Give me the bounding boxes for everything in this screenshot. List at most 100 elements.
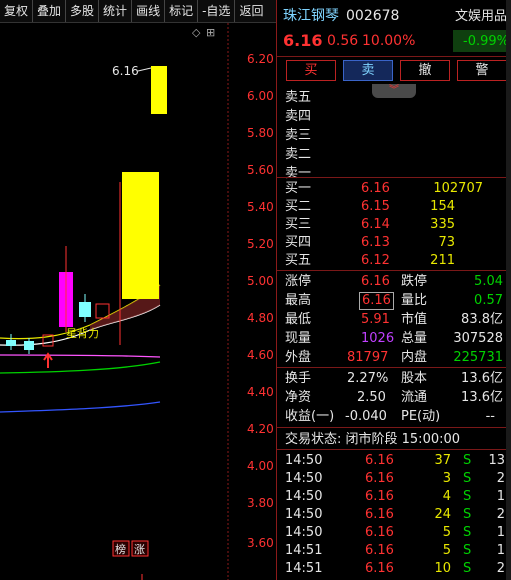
price-tick: 4.00 — [247, 459, 274, 473]
high-price-label: 6.16 — [112, 64, 139, 78]
price-tick: 6.20 — [247, 52, 274, 66]
stat-label: 外盘 — [285, 350, 312, 365]
buy-order-label: 买三 — [285, 217, 312, 232]
price-tick: 4.20 — [247, 422, 274, 436]
divider — [277, 56, 511, 57]
fund-value: 13.6亿 — [461, 390, 503, 405]
divider — [277, 367, 511, 368]
fund-value: 2.27% — [347, 371, 389, 386]
tick-time: 14:50 — [285, 453, 323, 468]
tick-price: 6.16 — [365, 561, 394, 576]
fund-label: 换手 — [285, 371, 312, 386]
tick-side: S — [463, 453, 472, 468]
alert-button[interactable]: 警 — [457, 60, 507, 81]
sell-order-label: 卖二 — [285, 147, 312, 162]
tick-side: S — [463, 525, 472, 540]
price-axis: 6.20 6.00 5.80 5.60 5.40 5.20 5.00 4.80 … — [247, 52, 274, 550]
trade-status: 交易状态: 闭市阶段 15:00:00 — [285, 432, 461, 447]
price-tick: 6.00 — [247, 89, 274, 103]
toolbar-overlay-button[interactable]: 叠加 — [33, 0, 67, 22]
tick-count: 2 — [496, 471, 505, 486]
tick-volume: 37 — [434, 453, 451, 468]
toolbar-draw-line-button[interactable]: 画线 — [132, 0, 166, 22]
stat-label: 内盘 — [401, 350, 428, 365]
buy-order-volume: 73 — [438, 235, 455, 250]
toolbar-fuquan-button[interactable]: 复权 — [0, 0, 34, 22]
buy-order-volume: 154 — [430, 199, 455, 214]
stat-value: 81797 — [347, 350, 389, 365]
tick-price: 6.16 — [365, 453, 394, 468]
divider — [277, 427, 511, 428]
tick-price: 6.16 — [365, 543, 394, 558]
toolbar-stats-button[interactable]: 统计 — [99, 0, 133, 22]
buy-order-label: 买一 — [285, 181, 312, 196]
tick-time: 14:50 — [285, 507, 323, 522]
stock-code: 002678 — [346, 8, 400, 24]
buy-order-price: 6.14 — [361, 217, 390, 232]
tick-time: 14:51 — [285, 561, 323, 576]
expand-icon[interactable]: ⊞ — [206, 26, 215, 39]
stat-label: 跌停 — [401, 274, 428, 289]
fund-label: 收益(一) — [285, 409, 335, 424]
tick-side: S — [463, 489, 472, 504]
collapse-chevron-icon[interactable]: ︾ — [372, 84, 416, 98]
price-tick: 3.60 — [247, 536, 274, 550]
tick-price: 6.16 — [365, 471, 394, 486]
tick-volume: 5 — [442, 543, 451, 558]
fund-label: PE(动) — [401, 409, 441, 424]
tick-time: 14:50 — [285, 471, 323, 486]
stat-value: 0.57 — [474, 293, 503, 308]
kline-chart[interactable]: ◇ ⊞ 6.20 6.00 5.80 5.60 5.40 5.20 5.00 4… — [0, 23, 276, 580]
fund-value: 2.50 — [357, 390, 386, 405]
tick-side: S — [463, 543, 472, 558]
toolbar-back-button[interactable]: 返回 — [235, 0, 267, 22]
toolbar-remove-watchlist-button[interactable]: -自选 — [198, 0, 236, 22]
tick-side: S — [463, 561, 472, 576]
buy-button[interactable]: 买 — [286, 60, 336, 81]
sell-button[interactable]: 卖 — [343, 60, 393, 81]
candle-limit-up — [122, 172, 159, 299]
rise-badge-text: 涨 — [134, 543, 145, 556]
fund-label: 流通 — [401, 390, 428, 405]
price-tick: 4.60 — [247, 348, 274, 362]
up-arrow-icon — [43, 352, 53, 368]
divider — [277, 177, 511, 178]
price-tick: 4.40 — [247, 385, 274, 399]
stat-value: 6.16 — [361, 274, 390, 289]
tick-price: 6.16 — [365, 525, 394, 540]
tick-count: 1 — [496, 525, 505, 540]
stat-value: 225731 — [453, 350, 503, 365]
price-change: 0.56 — [327, 33, 359, 49]
divider — [277, 270, 511, 271]
divider — [277, 449, 511, 450]
tick-time: 14:50 — [285, 525, 323, 540]
price-tick: 3.80 — [247, 496, 274, 510]
tick-volume: 10 — [434, 561, 451, 576]
buy-order-volume: 335 — [430, 217, 455, 232]
fund-value: -- — [485, 409, 495, 424]
tick-count: 13 — [488, 453, 505, 468]
tick-side: S — [463, 471, 472, 486]
stat-value: 5.04 — [474, 274, 503, 289]
diamond-icon[interactable]: ◇ — [192, 26, 201, 39]
stat-value: 6.16 — [359, 292, 394, 310]
tick-price: 6.16 — [365, 489, 394, 504]
tick-count: 1 — [496, 543, 505, 558]
quote-panel: 珠江钢琴 002678 文娱用品 -0.99% 6.16 0.56 10.00%… — [277, 0, 511, 580]
stat-label: 市值 — [401, 312, 428, 327]
sector-change: -0.99% — [463, 34, 509, 49]
toolbar-mark-button[interactable]: 标记 — [165, 0, 199, 22]
tick-volume: 4 — [442, 489, 451, 504]
tick-price: 6.16 — [365, 507, 394, 522]
price-tick: 5.40 — [247, 200, 274, 214]
toolbar-multi-stock-button[interactable]: 多股 — [66, 0, 100, 22]
stat-value: 307528 — [453, 331, 503, 346]
price-tick: 5.60 — [247, 163, 274, 177]
tick-count: 1 — [496, 489, 505, 504]
cancel-order-button[interactable]: 撤 — [400, 60, 450, 81]
panel-scrollbar[interactable] — [506, 0, 511, 580]
fund-label: 净资 — [285, 390, 312, 405]
stat-label: 涨停 — [285, 274, 312, 289]
sector-name[interactable]: 文娱用品 — [455, 7, 507, 26]
candle-limit-up — [151, 66, 167, 114]
